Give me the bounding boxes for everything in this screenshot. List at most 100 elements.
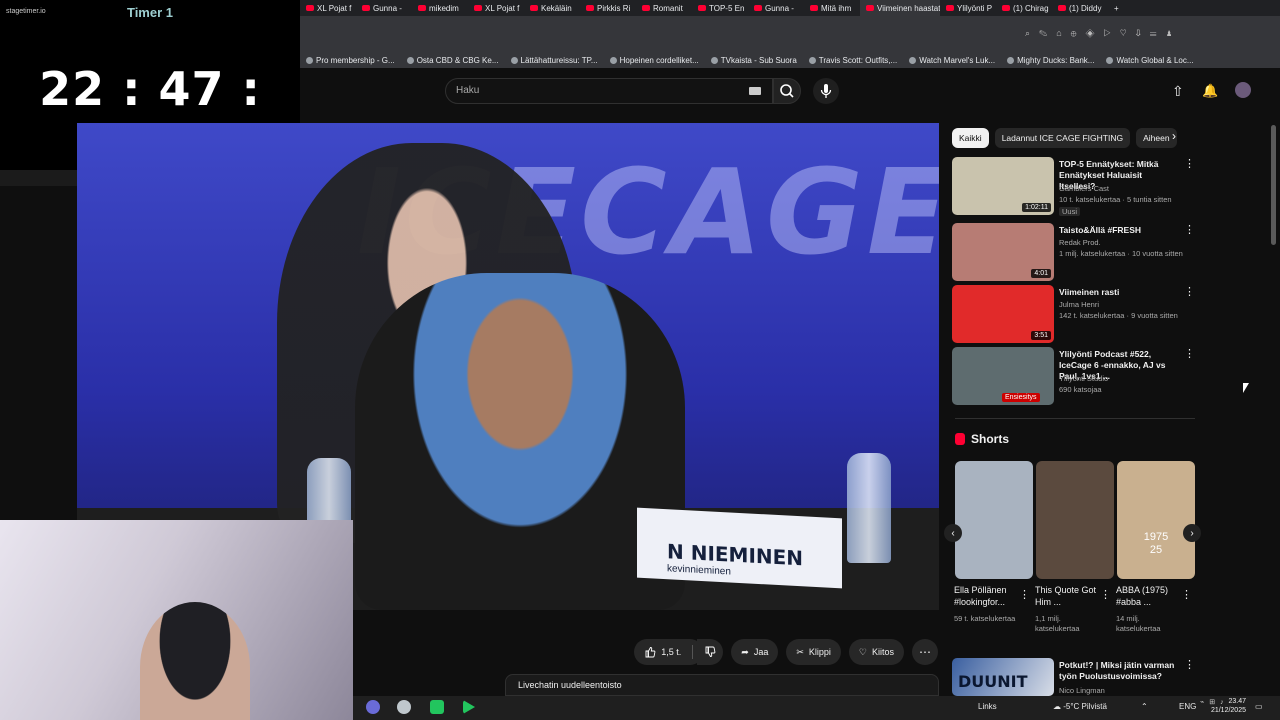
more-vertical-icon[interactable]: ⋮ — [1184, 658, 1195, 671]
short-thumbnail[interactable] — [1036, 461, 1114, 579]
more-vertical-icon[interactable]: ⋮ — [1184, 157, 1195, 170]
search-button[interactable] — [773, 78, 801, 104]
taskbar-app-icon[interactable] — [430, 700, 444, 714]
browser-tab[interactable]: Gunna - — [748, 0, 804, 16]
bookmark-favicon-icon — [1106, 56, 1114, 64]
recommended-video[interactable]: 3:51 Viimeinen rasti Julma Henri 142 t. kat… — [952, 285, 1195, 347]
video-actions: 1,5 t. ➦ Jaa ✂ Klippi ♡ Kiitos ⋯ — [353, 630, 940, 674]
browser-tab[interactable]: mikedim — [412, 0, 468, 16]
avatar[interactable] — [1235, 82, 1251, 98]
bookmark-label: Watch Global & Loc... — [1116, 55, 1194, 65]
taskbar-links[interactable]: Links — [978, 702, 997, 711]
tab-label: XL Pojat f — [317, 3, 352, 13]
browser-tab[interactable]: Gunna - — [356, 0, 412, 16]
background-panel — [0, 186, 77, 520]
notifications-bell-icon[interactable]: 🔔 — [1202, 83, 1218, 99]
short-title[interactable]: Ella Pöllänen #lookingfor... — [954, 584, 1024, 608]
bookmark-favicon-icon — [406, 56, 414, 64]
bookmark-item[interactable]: TVkaista - Sub Suora — [710, 56, 797, 65]
chip[interactable]: Ladannut ICE CAGE FIGHTING — [994, 128, 1131, 148]
notification-center-icon[interactable]: ▭ — [1255, 702, 1263, 711]
bookmark-label: Travis Scott: Outfits,... — [818, 55, 898, 65]
chip[interactable]: Aiheen — [1136, 128, 1177, 148]
more-vertical-icon[interactable]: ⋮ — [1184, 285, 1195, 298]
upload-icon[interactable]: ⇧ — [1172, 83, 1184, 100]
browser-tab-strip: XL Pojat f Gunna - mikedim XL Pojat f Kekälä… — [300, 0, 1280, 16]
more-vertical-icon[interactable]: ⋮ — [1184, 223, 1195, 236]
nameplate-handle: kevinnieminen — [667, 563, 731, 578]
video-meta: 142 t. katselukertaa · 9 vuotta sitten — [1059, 311, 1178, 320]
browser-tab[interactable]: TOP-5 En — [692, 0, 748, 16]
chips-next-button[interactable]: › — [1172, 129, 1176, 143]
bookmark-label: Osta CBD & CBG Ke... — [416, 55, 499, 65]
browser-tab[interactable]: (1) Diddy — [1052, 0, 1108, 16]
bookmark-item[interactable]: Travis Scott: Outfits,... — [808, 55, 898, 65]
bookmark-label: Watch Marvel's Luk... — [919, 55, 996, 65]
bookmark-item[interactable]: Pro membership - G... — [306, 56, 395, 65]
more-vertical-icon[interactable]: ⋮ — [1181, 588, 1192, 601]
browser-tab[interactable]: Viimeinen haastat — [860, 0, 940, 16]
tab-label: Gunna - — [765, 3, 794, 13]
browser-tab[interactable]: Kekäläin — [524, 0, 580, 16]
youtube-icon — [1058, 5, 1066, 11]
channel-name: Julma Henri — [1059, 300, 1100, 309]
bookmark-item[interactable]: Watch Global & Loc... — [1106, 55, 1194, 65]
taskbar-play-icon[interactable] — [463, 700, 475, 714]
browser-tab[interactable]: XL Pojat f — [300, 0, 356, 16]
recommended-video[interactable]: Ensiesitys Ylilyönti Podcast #522, IceCag… — [952, 347, 1195, 409]
youtube-icon — [1002, 5, 1010, 11]
taskbar-app-icon[interactable] — [397, 700, 411, 714]
language-indicator[interactable]: ENG — [1179, 702, 1196, 711]
short-thumbnail[interactable]: 1975 25 — [1117, 461, 1195, 579]
voice-search-button[interactable] — [813, 78, 839, 104]
browser-tab[interactable]: XL Pojat f — [468, 0, 524, 16]
browser-tab[interactable]: Ylilyönti P — [940, 0, 996, 16]
like-button[interactable]: 1,5 t. — [634, 639, 704, 665]
short-thumbnail[interactable] — [955, 461, 1033, 579]
bookmark-item[interactable]: Osta CBD & CBG Ke... — [406, 55, 499, 65]
weather-widget[interactable]: ☁ -5°C Pilvistä — [1053, 702, 1107, 711]
chip[interactable]: Kaikki — [952, 128, 989, 148]
shorts-prev-button[interactable]: ‹ — [944, 524, 962, 542]
keyboard-icon[interactable] — [749, 87, 761, 95]
bookmark-item[interactable]: Lättähattureissu: TP... — [510, 56, 598, 65]
video-thumbnail: 1:02:11 — [952, 157, 1054, 215]
bookmark-item[interactable]: Mighty Ducks: Bank... — [1007, 56, 1094, 65]
search-icon — [780, 84, 794, 98]
shorts-next-button[interactable]: › — [1183, 524, 1201, 542]
clock[interactable]: 23.47 21/12/2025 — [1200, 697, 1246, 715]
page-scrollbar[interactable] — [1271, 125, 1276, 245]
tray-chevron-icon[interactable]: ⌃ — [1141, 702, 1148, 711]
clock-date: 21/12/2025 — [1210, 707, 1246, 714]
browser-tab[interactable]: (1) Chirag — [996, 0, 1052, 16]
taskbar-app-icon[interactable] — [366, 700, 380, 714]
recommended-video[interactable]: 1:02:11 TOP-5 Ennätykset: Mitkä Ennätykse… — [952, 157, 1195, 219]
new-badge: Uusi — [1059, 207, 1081, 216]
recommended-video[interactable]: 4:01 Taisto&Ällä #FRESH Redak Prod. 1 milj.… — [952, 223, 1195, 285]
livechat-replay-bar[interactable]: Livechatin uudelleentoisto — [505, 674, 939, 696]
clip-button[interactable]: ✂ Klippi — [786, 639, 841, 665]
next-recommendation[interactable]: DUUNIT Potkut!? | Miksi jätin varman työ… — [952, 656, 1195, 696]
thanks-button[interactable]: ♡ Kiitos — [848, 639, 904, 665]
browser-tab[interactable]: Mitä ihm — [804, 0, 860, 16]
extensions-icons[interactable]: ⌕✎⌂⊕◈▷♡⇩☰♟ — [1025, 28, 1182, 39]
more-vertical-icon[interactable]: ⋮ — [1184, 347, 1195, 360]
tab-label: TOP-5 En — [709, 3, 745, 13]
bookmark-item[interactable]: Watch Marvel's Luk... — [909, 56, 995, 65]
browser-tab[interactable]: Romanit — [636, 0, 692, 16]
bookmark-favicon-icon — [510, 56, 518, 64]
search-input[interactable]: Haku — [445, 78, 773, 104]
share-button[interactable]: ➦ Jaa — [731, 639, 779, 665]
more-actions-button[interactable]: ⋯ — [912, 639, 938, 665]
browser-tab[interactable]: Pirkkis Ri — [580, 0, 636, 16]
video-duration: 1:02:11 — [1022, 203, 1051, 212]
bookmark-item[interactable]: Hopeinen cordelliket... — [609, 56, 699, 65]
short-title[interactable]: ABBA (1975) #abba ... — [1116, 584, 1186, 608]
dislike-button[interactable] — [697, 639, 724, 665]
more-vertical-icon[interactable]: ⋮ — [1019, 588, 1030, 601]
tab-label: mikedim — [429, 3, 459, 13]
new-tab-button[interactable]: + — [1108, 0, 1125, 16]
bookmark-label: Mighty Ducks: Bank... — [1017, 55, 1095, 65]
short-title[interactable]: This Quote Got Him ... — [1035, 584, 1105, 608]
more-vertical-icon[interactable]: ⋮ — [1100, 588, 1111, 601]
